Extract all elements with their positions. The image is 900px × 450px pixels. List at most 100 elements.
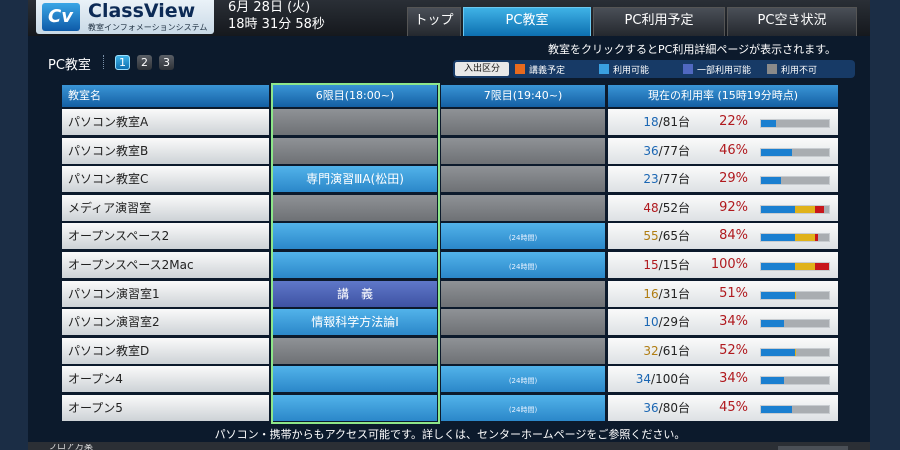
page-button-2[interactable]: 2 <box>137 55 152 70</box>
usage-bar <box>760 119 830 128</box>
header-utilization: 現在の利用率 (15時19分時点) <box>608 85 838 107</box>
usage-count: 10/29台 <box>608 309 690 335</box>
usage-bar-red <box>815 263 829 270</box>
room-name-cell[interactable]: オープン4 <box>62 366 269 393</box>
page-button-3[interactable]: 3 <box>159 55 174 70</box>
usage-bar-blue <box>761 406 792 413</box>
usage-bar-red <box>815 234 819 242</box>
room-name-cell[interactable]: パソコン教室A <box>62 109 269 135</box>
divider <box>103 55 105 69</box>
used-count: 34 <box>635 372 652 387</box>
usage-bar <box>760 290 830 300</box>
usage-bar-yellow <box>795 291 796 299</box>
period-7-cell[interactable]: (24時間) <box>441 252 605 278</box>
nav-tab-top[interactable]: トップ <box>407 7 461 36</box>
utilization-cell[interactable]: 16/31台 51% <box>608 280 838 307</box>
page-frame: Cv ClassView 教室インフォメーションシステム 6月 28日 (火) … <box>0 0 900 450</box>
period-6-cell[interactable]: 情報科学方法論Ⅰ <box>273 309 437 336</box>
room-name-cell[interactable]: パソコン演習室1 <box>62 280 269 307</box>
usage-bar-blue <box>761 263 795 270</box>
utilization-cell[interactable]: 36/80台 45% <box>608 395 838 421</box>
total-count: 80台 <box>662 401 690 415</box>
utilization-cell[interactable]: 32/61台 52% <box>608 337 838 364</box>
usage-bar <box>760 204 830 214</box>
total-count: 61台 <box>662 343 690 358</box>
used-count: 55 <box>643 229 659 244</box>
period-7-cell[interactable]: (24時間) <box>441 395 605 421</box>
room-name-cell[interactable]: オープン5 <box>62 395 269 421</box>
logo-subtitle: 教室インフォメーションシステム <box>88 23 208 32</box>
room-name-cell[interactable]: パソコン教室C <box>62 166 269 193</box>
total-count: 52台 <box>662 200 690 215</box>
utilization-cell[interactable]: 55/65台 84% <box>608 223 838 250</box>
usage-percent: 34% <box>719 314 748 330</box>
room-name-cell[interactable]: オープンスペース2Mac <box>62 252 269 278</box>
period-7-cell[interactable] <box>441 109 605 135</box>
usage-count: 15/15台 <box>608 252 690 278</box>
room-name-cell[interactable]: オープンスペース2 <box>62 223 269 250</box>
usage-percent: 84% <box>719 228 748 244</box>
period-6-cell[interactable] <box>273 366 437 393</box>
period-6-cell[interactable] <box>273 223 437 250</box>
utilization-cell[interactable]: 34/100台 34% <box>608 366 838 393</box>
total-count: 29台 <box>662 315 690 330</box>
total-count: 65台 <box>662 229 690 244</box>
usage-bar-blue <box>761 348 795 356</box>
usage-bar <box>760 176 830 186</box>
legend-swatch-lecture <box>515 64 525 74</box>
usage-percent: 29% <box>719 171 748 187</box>
period-6-cell[interactable] <box>273 337 437 364</box>
usage-count: 18/81台 <box>608 109 690 135</box>
usage-bar <box>760 233 830 243</box>
usage-count: 48/52台 <box>608 195 690 221</box>
period-6-cell[interactable] <box>273 109 437 135</box>
period-7-cell[interactable] <box>441 309 605 336</box>
utilization-cell[interactable]: 18/81台 22% <box>608 109 838 135</box>
section-title: PC教室 <box>48 58 91 73</box>
legend-swatch-available <box>599 64 609 74</box>
utilization-cell[interactable]: 36/77台 46% <box>608 137 838 164</box>
period-7-cell[interactable] <box>441 194 605 221</box>
period-6-cell[interactable] <box>273 395 437 421</box>
nav-tab-pc-schedule[interactable]: PC利用予定 <box>593 7 725 36</box>
room-name-cell[interactable]: メディア演習室 <box>62 194 269 221</box>
usage-percent: 22% <box>719 114 748 129</box>
usage-bar-yellow <box>795 205 816 213</box>
total-count: 77台 <box>662 172 690 187</box>
legend-label-unavailable: 利用不可 <box>781 66 818 76</box>
bottom-label: フロア方案 <box>48 444 94 450</box>
period-6-cell[interactable] <box>273 252 437 278</box>
nav-tab-pc-availability[interactable]: PC空き状況 <box>727 7 857 36</box>
usage-bar-red <box>815 205 824 213</box>
period-6-cell[interactable] <box>273 194 437 221</box>
usage-count: 55/65台 <box>608 223 690 249</box>
usage-count: 36/80台 <box>608 395 690 421</box>
utilization-cell[interactable]: 15/15台 100% <box>608 252 838 278</box>
utilization-cell[interactable]: 48/52台 92% <box>608 194 838 221</box>
nav-tab-pc-classroom[interactable]: PC教室 <box>463 7 591 36</box>
room-name-cell[interactable]: パソコン演習室2 <box>62 309 269 336</box>
header-room-name: 教室名 <box>62 85 269 107</box>
used-count: 36 <box>643 143 659 158</box>
period-7-cell[interactable]: (24時間) <box>441 223 605 250</box>
period-6-cell[interactable]: 講 義 <box>273 280 437 307</box>
used-count: 18 <box>643 115 659 129</box>
period-7-cell[interactable] <box>441 280 605 307</box>
room-name-cell[interactable]: パソコン教室D <box>62 337 269 364</box>
header-period-6: 6限目(18:00~) <box>273 85 437 107</box>
period-7-cell[interactable] <box>441 166 605 193</box>
period-7-cell[interactable]: (24時間) <box>441 366 605 393</box>
period-7-cell[interactable] <box>441 337 605 364</box>
utilization-cell[interactable]: 23/77台 29% <box>608 166 838 193</box>
bottom-right-button[interactable] <box>778 446 848 450</box>
period-6-cell[interactable] <box>273 137 437 164</box>
utilization-cell[interactable]: 10/29台 34% <box>608 309 838 336</box>
period-6-cell[interactable]: 専門演習ⅢA(松田) <box>273 166 437 193</box>
period-7-cell[interactable] <box>441 137 605 164</box>
app-logo[interactable]: Cv ClassView 教室インフォメーションシステム <box>36 0 214 34</box>
page-button-1[interactable]: 1 <box>115 55 130 70</box>
usage-bar-yellow <box>795 234 816 242</box>
room-name-cell[interactable]: パソコン教室B <box>62 137 269 164</box>
total-count: 100台 <box>655 372 690 387</box>
usage-bar <box>760 262 830 271</box>
